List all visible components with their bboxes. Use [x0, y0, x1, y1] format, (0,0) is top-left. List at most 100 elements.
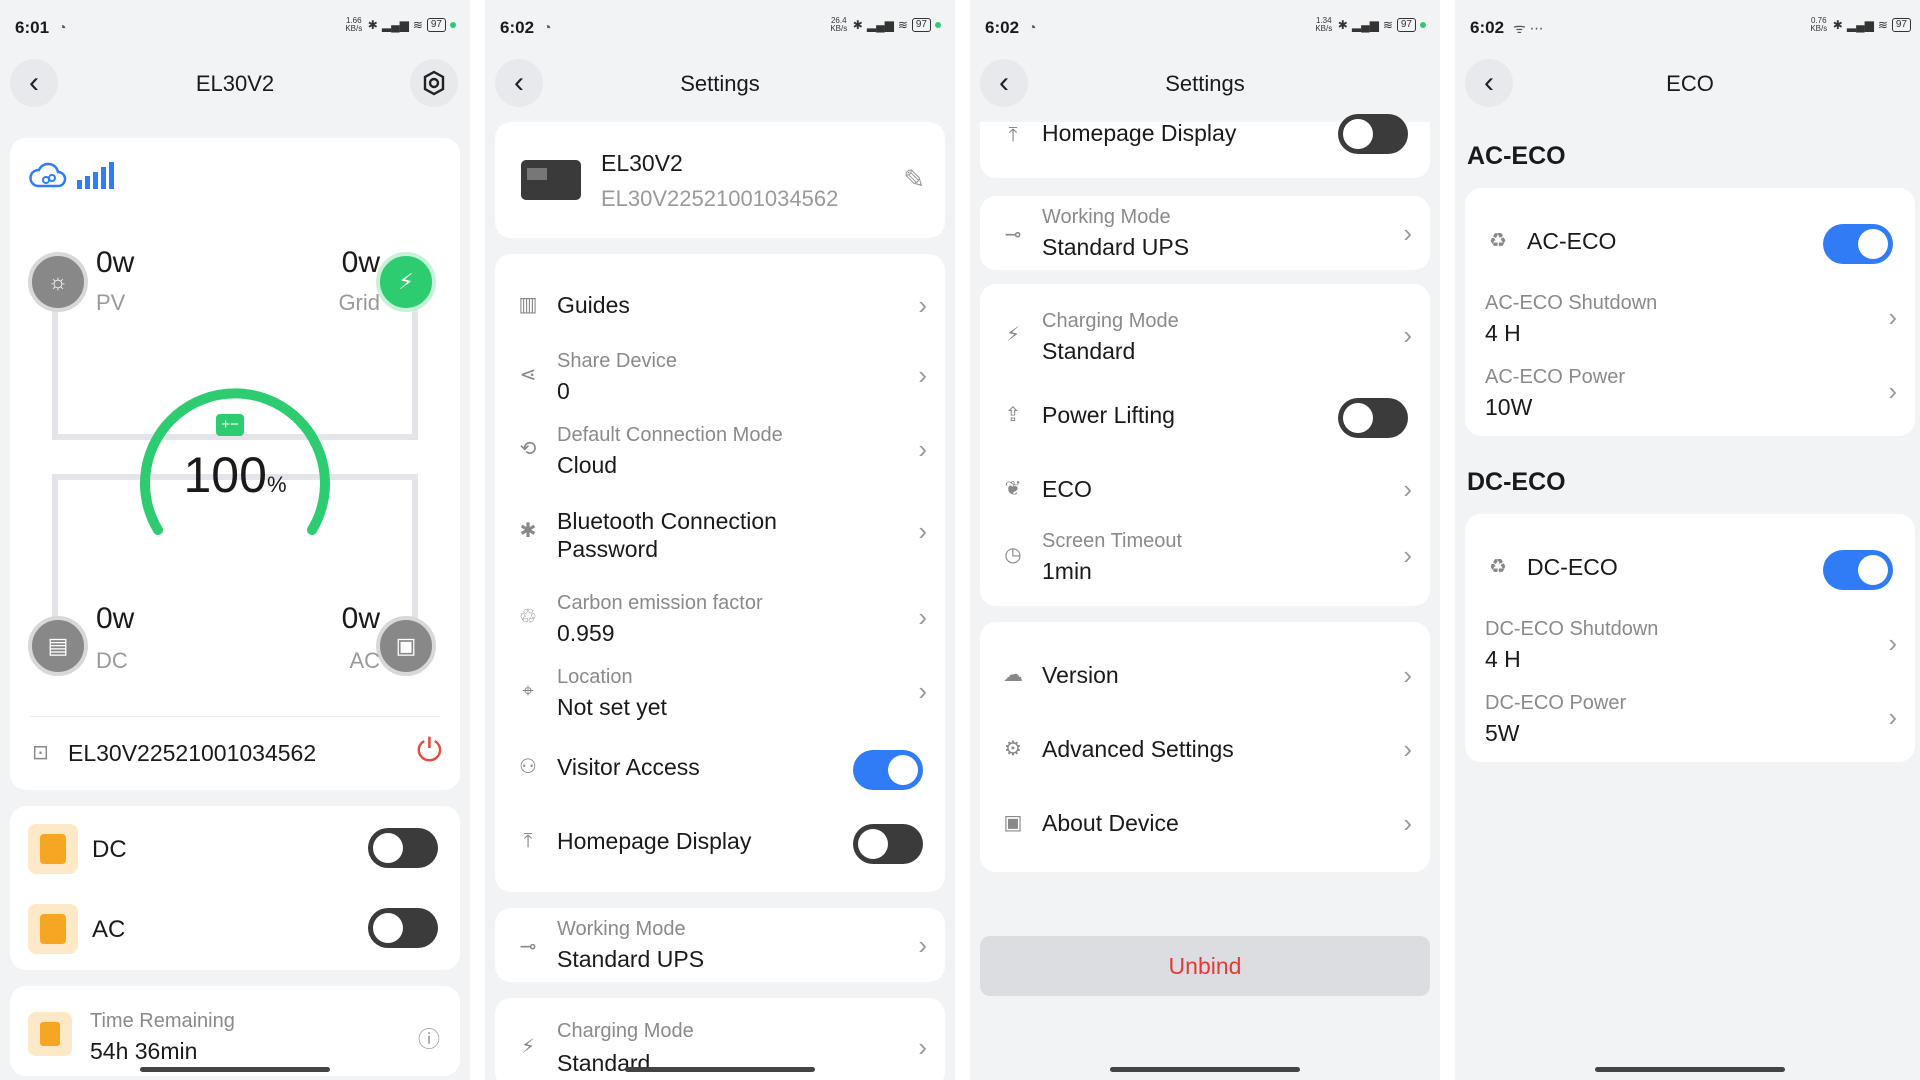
pin-top-icon: ⤒ [523, 830, 533, 852]
eco-item[interactable]: ❦ ECO › [980, 456, 1430, 522]
ac-eco-item: ♻ AC-ECO [1465, 208, 1915, 274]
version-item[interactable]: ☁ Version › [980, 642, 1430, 708]
ac-eco-toggle[interactable] [1823, 224, 1893, 264]
screen-eco: 6:02 ᯤ ⋯ 0.76 KB/s ✱ ▂▄▆ ≋ 97 ‹ ECO AC-E… [1455, 0, 1920, 1080]
signal-icon: ▂▄▆ [381, 18, 409, 32]
advanced-settings-item[interactable]: ⚙ Advanced Settings › [980, 716, 1430, 782]
bluetooth-icon: ✱ [852, 18, 863, 32]
grid-label: Grid [338, 290, 380, 315]
chevron-right-icon: › [1403, 540, 1412, 570]
page-title: ECO [1666, 71, 1714, 96]
time-remaining-icon [28, 1012, 72, 1056]
dc-eco-shutdown-item[interactable]: DC-ECO Shutdown 4 H › [1465, 610, 1915, 676]
guides-item[interactable]: ▥ Guides › [495, 272, 945, 338]
working-mode-value: Standard UPS [557, 946, 705, 972]
bluetooth-password-label-2: Password [557, 536, 658, 562]
chevron-right-icon: › [1403, 808, 1412, 838]
power-button[interactable]: ⏻ [417, 732, 442, 770]
battery-unit: % [266, 472, 287, 497]
about-device-label: About Device [1042, 810, 1179, 836]
visitor-access-toggle[interactable] [853, 750, 923, 790]
default-connection-item[interactable]: ⟲ Default Connection Mode Cloud › [495, 416, 945, 482]
working-mode-icon: ⊸ [1004, 224, 1022, 246]
ac-switch-label: AC [92, 916, 126, 943]
ac-power-label: AC [349, 648, 380, 673]
privacy-dot-icon [935, 22, 941, 28]
bluetooth-password-label-1: Bluetooth Connection [557, 508, 777, 534]
charging-mode-value: Standard [1042, 338, 1136, 364]
homepage-display-toggle[interactable] [853, 824, 923, 864]
privacy-dot-icon [450, 22, 456, 28]
about-device-icon: ▣ [1003, 812, 1023, 834]
power-lifting-toggle[interactable] [1338, 398, 1408, 438]
network-speed: 0.76 KB/s [1810, 16, 1828, 33]
charging-mode-item[interactable]: ⚡ Charging Mode Standard › [980, 302, 1430, 368]
power-settings-card: ⚡ Charging Mode Standard › ⇪ Power Lifti… [980, 284, 1430, 606]
ac-eco-power-item[interactable]: AC-ECO Power 10W › [1465, 358, 1915, 424]
visitor-icon: ⚇ [519, 756, 537, 778]
version-label: Version [1042, 662, 1119, 688]
chevron-right-icon: › [1403, 218, 1412, 248]
home-indicator [625, 1067, 815, 1072]
chevron-right-icon: › [918, 676, 927, 706]
ac-eco-card: ♻ AC-ECO AC-ECO Shutdown 4 H › AC-ECO Po… [1465, 188, 1915, 436]
default-connection-label: Default Connection Mode [557, 424, 783, 446]
working-mode-label: Working Mode [557, 918, 686, 940]
network-speed: 26.4 KB/s [830, 16, 848, 33]
guides-label: Guides [557, 292, 630, 318]
ac-output-toggle[interactable] [368, 908, 438, 948]
ac-eco-icon: ♻ [1489, 230, 1507, 252]
grid-value: 0w [341, 246, 380, 279]
working-mode-icon: ⊸ [519, 936, 537, 958]
page-title: Settings [680, 71, 760, 96]
settings-button[interactable] [410, 59, 458, 107]
chevron-right-icon: › [918, 1032, 927, 1062]
signal-icon: ▂▄▆ [1351, 18, 1379, 32]
about-device-item[interactable]: ▣ About Device › [980, 790, 1430, 856]
power-lifting-item: ⇪ Power Lifting [980, 382, 1430, 448]
ac-eco-shutdown-item[interactable]: AC-ECO Shutdown 4 H › [1465, 284, 1915, 350]
status-bar: 6:02 ◔ 1.34 KB/s ✱ ▂▄▆ ≋ 97 [970, 0, 1440, 56]
status-check-icon: ◔ [543, 19, 552, 35]
home-indicator [1595, 1067, 1785, 1072]
advanced-settings-label: Advanced Settings [1042, 736, 1234, 762]
working-mode-card[interactable]: ⊸ Working Mode Standard UPS › [980, 196, 1430, 270]
signal-icon: ▂▄▆ [866, 18, 894, 32]
homepage-display-item: ⤒ Homepage Display [495, 808, 945, 874]
location-item[interactable]: ⌖ Location Not set yet › [495, 658, 945, 724]
ac-eco-shutdown-value: 4 H [1485, 320, 1521, 346]
unbind-button[interactable]: Unbind [980, 936, 1430, 996]
dc-eco-item: ♻ DC-ECO [1465, 534, 1915, 600]
screen-settings-top: 6:02 ◔ 26.4 KB/s ✱ ▂▄▆ ≋ 97 ‹ Settings E… [485, 0, 955, 1080]
chevron-right-icon: › [1888, 302, 1897, 332]
homepage-display-toggle[interactable] [1338, 114, 1408, 154]
working-mode-card[interactable]: ⊸ Working Mode Standard UPS › [495, 908, 945, 982]
carbon-factor-item[interactable]: ♲ Carbon emission factor 0.959 › [495, 584, 945, 650]
chevron-right-icon: › [1403, 660, 1412, 690]
power-lifting-label: Power Lifting [1042, 402, 1175, 428]
charging-mode-value: Standard [557, 1050, 651, 1076]
location-pin-icon: ⌖ [522, 680, 534, 702]
share-icon: ⋖ [519, 364, 537, 386]
edit-icon[interactable]: ✎ [903, 164, 925, 195]
chevron-right-icon: › [918, 930, 927, 960]
help-icon[interactable]: ⓘ [418, 1022, 440, 1054]
dc-output-toggle[interactable] [368, 828, 438, 868]
chevron-right-icon: › [1403, 474, 1412, 504]
dc-eco-power-item[interactable]: DC-ECO Power 5W › [1465, 684, 1915, 750]
chevron-right-icon: › [918, 290, 927, 320]
screen-timeout-item[interactable]: ◷ Screen Timeout 1min › [980, 522, 1430, 588]
ac-eco-label: AC-ECO [1527, 228, 1617, 254]
homepage-display-label: Homepage Display [1042, 120, 1237, 146]
gear-icon: ⚙ [1004, 738, 1022, 760]
dc-eco-icon: ♻ [1489, 556, 1507, 578]
dc-eco-toggle[interactable] [1823, 550, 1893, 590]
bluetooth-icon: ✱ [367, 18, 378, 32]
device-card[interactable]: EL30V2 EL30V22521001034562 ✎ [495, 122, 945, 238]
share-device-item[interactable]: ⋖ Share Device 0 › [495, 342, 945, 408]
screen-timeout-value: 1min [1042, 558, 1092, 584]
bluetooth-password-item[interactable]: ✱ Bluetooth Connection Password › [495, 498, 945, 564]
chevron-right-icon: › [1888, 376, 1897, 406]
battery-icon: 97 [426, 18, 446, 32]
page-title: EL30V2 [195, 71, 275, 96]
